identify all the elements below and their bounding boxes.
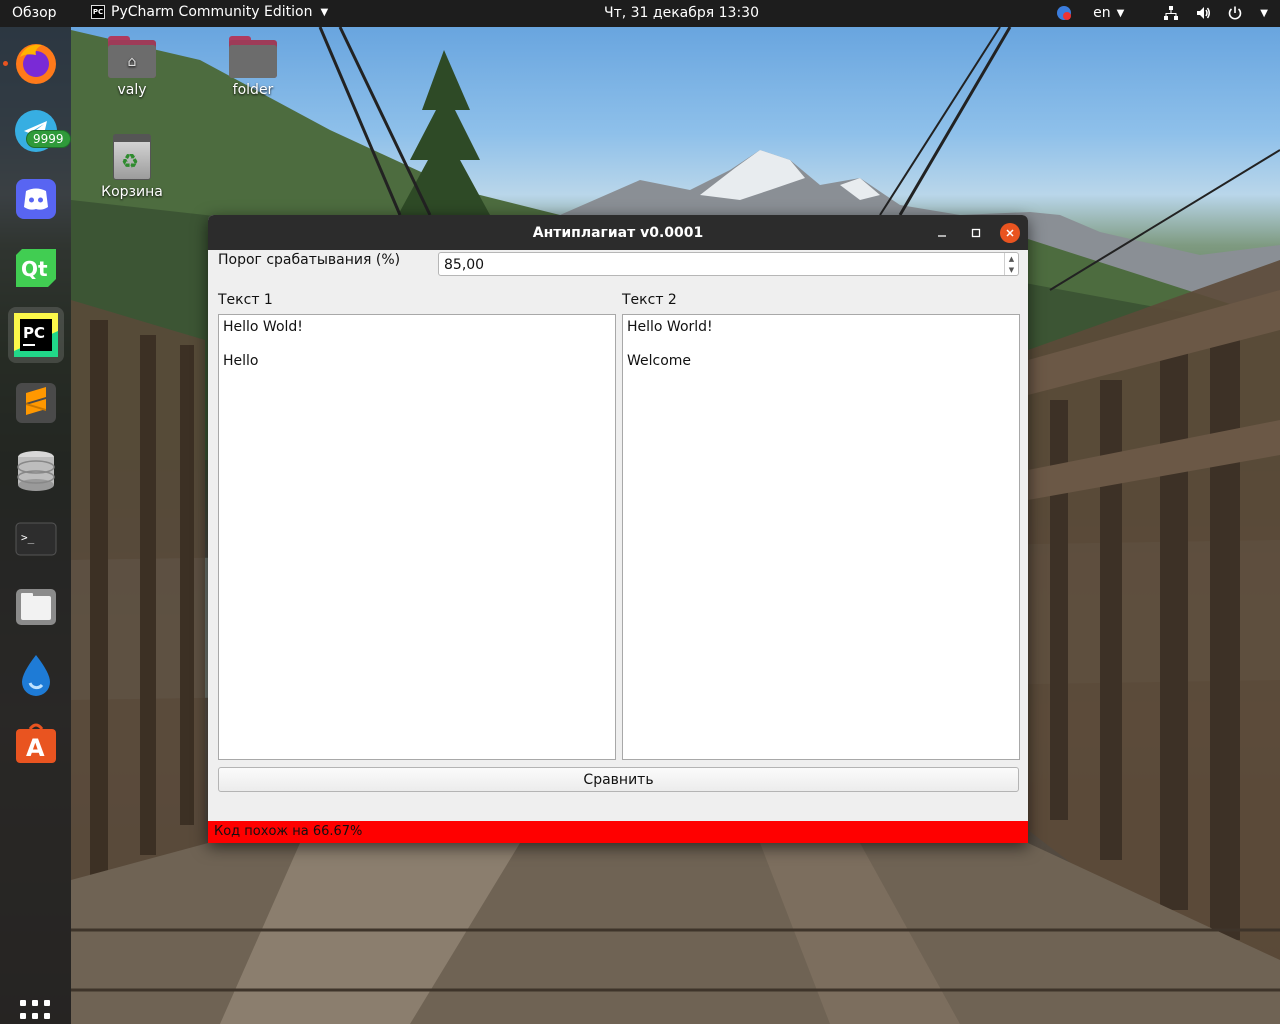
pycharm-icon[interactable]: PC — [8, 307, 64, 363]
input-language-menu[interactable]: en ▼ — [1093, 5, 1124, 21]
desktop-icon-trash[interactable]: ♻ Корзина — [87, 134, 177, 200]
spin-down-icon[interactable]: ▼ — [1005, 264, 1018, 275]
svg-text:A: A — [26, 734, 45, 762]
spin-arrows: ▲ ▼ — [1004, 253, 1018, 275]
drop-icon[interactable] — [8, 647, 64, 703]
notification-app-icon[interactable] — [1055, 4, 1073, 22]
firefox-icon[interactable] — [8, 35, 64, 91]
trash-icon: ♻ — [113, 134, 151, 180]
desktop-icon-folder[interactable]: folder — [208, 36, 298, 98]
system-tray: en ▼ ▼ — [1055, 4, 1268, 22]
chevron-down-icon: ▼ — [320, 6, 329, 18]
maximize-button[interactable] — [966, 223, 986, 243]
svg-text:>_: >_ — [21, 531, 35, 544]
chevron-down-icon[interactable]: ▼ — [1260, 8, 1268, 19]
activities-button[interactable]: Обзор — [12, 5, 57, 21]
network-icon[interactable] — [1162, 4, 1180, 22]
text1-label: Текст 1 — [218, 292, 273, 308]
desktop-icon-label: valy — [117, 82, 147, 98]
text2-line: Welcome — [627, 353, 692, 369]
text2-line: Hello World! — [627, 319, 713, 335]
text1-line — [223, 336, 611, 353]
text1-editor[interactable]: Hello Wold! Hello — [218, 314, 616, 760]
threshold-spinbox[interactable]: 85,00 ▲ ▼ — [438, 252, 1019, 276]
discord-icon[interactable] — [8, 171, 64, 227]
files-icon[interactable] — [8, 579, 64, 635]
input-language-label: en — [1093, 5, 1111, 21]
volume-icon[interactable] — [1194, 4, 1212, 22]
sublime-text-icon[interactable] — [8, 375, 64, 431]
spin-up-icon[interactable]: ▲ — [1005, 253, 1018, 264]
text2-line — [627, 336, 1015, 353]
svg-text:Qt: Qt — [21, 257, 48, 281]
close-button[interactable] — [1000, 223, 1020, 243]
power-icon[interactable] — [1226, 4, 1244, 22]
database-icon[interactable] — [8, 443, 64, 499]
text2-editor[interactable]: Hello World! Welcome — [622, 314, 1020, 760]
home-folder-icon: ⌂ — [108, 36, 156, 78]
threshold-value[interactable]: 85,00 — [444, 257, 484, 273]
window-title: Антиплагиат v0.0001 — [532, 225, 704, 241]
minimize-button[interactable] — [932, 223, 952, 243]
text2-label: Текст 2 — [622, 292, 677, 308]
desktop-icon-label: folder — [232, 82, 274, 98]
window-titlebar[interactable]: Антиплагиат v0.0001 — [208, 215, 1028, 250]
dock: 9999 Qt PC >_ A — [0, 27, 71, 1024]
show-applications-icon[interactable] — [20, 1000, 52, 1024]
qt-creator-icon[interactable]: Qt — [8, 239, 64, 295]
desktop-icon-label: Корзина — [101, 184, 163, 200]
terminal-icon[interactable]: >_ — [8, 511, 64, 567]
clock[interactable]: Чт, 31 декабря 13:30 — [604, 5, 759, 21]
telegram-unread-badge: 9999 — [26, 130, 71, 148]
desktop-icon-home[interactable]: ⌂ valy — [87, 36, 177, 98]
status-bar: Код похож на 66.67% — [208, 821, 1028, 843]
top-panel: Обзор PC PyCharm Community Edition ▼ Чт,… — [0, 0, 1280, 27]
antiplagiarism-window: Антиплагиат v0.0001 Порог срабатывания (… — [208, 215, 1028, 843]
threshold-label: Порог срабатывания (%) — [218, 252, 401, 268]
app-menu[interactable]: PC PyCharm Community Edition ▼ — [91, 4, 328, 20]
text1-line: Hello — [223, 353, 259, 369]
app-menu-label: PyCharm Community Edition — [111, 4, 313, 20]
software-center-icon[interactable]: A — [8, 715, 64, 771]
chevron-down-icon: ▼ — [1116, 7, 1125, 19]
compare-button[interactable]: Сравнить — [218, 767, 1019, 792]
text1-line: Hello Wold! — [223, 319, 303, 335]
pycharm-small-icon: PC — [91, 5, 105, 19]
folder-icon — [229, 36, 277, 78]
svg-text:PC: PC — [23, 324, 45, 342]
